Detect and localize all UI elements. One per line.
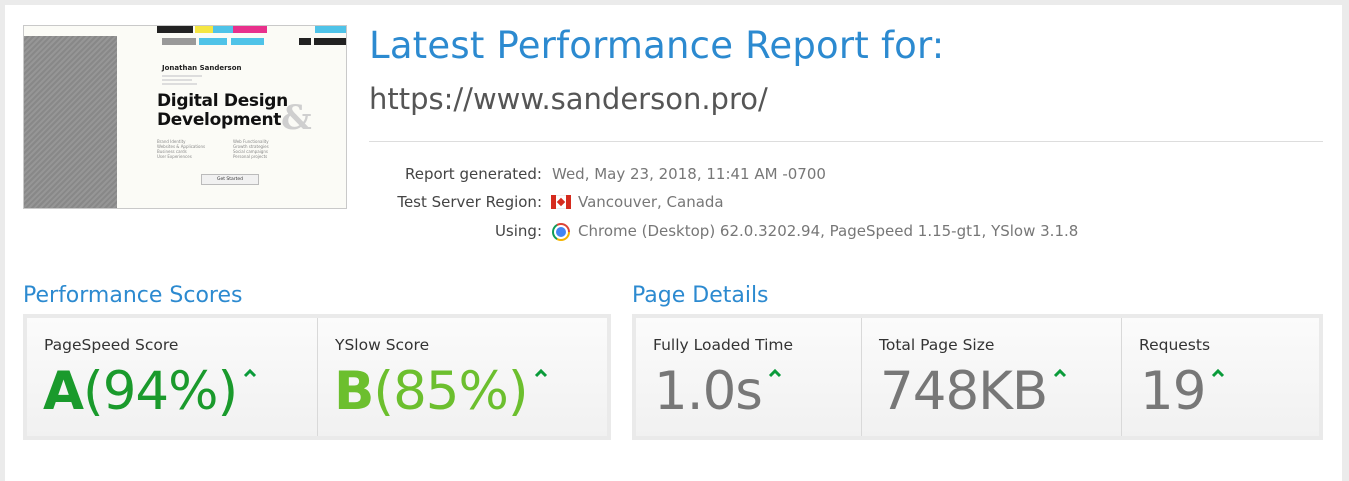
thumbnail-subtext — [162, 73, 222, 87]
trend-up-icon — [1211, 368, 1225, 378]
yslow-score-value: B(85%) — [334, 360, 548, 424]
performance-scores-box: PageSpeed Score A(94%) YSlow Score B(85%… — [23, 314, 611, 440]
using-value: Chrome (Desktop) 62.0.3202.94, PageSpeed… — [578, 222, 1079, 240]
fully-loaded-time-number: 1.0s — [654, 361, 763, 422]
pagespeed-grade: A — [43, 361, 84, 422]
using-label: Using: — [494, 222, 542, 240]
thumbnail-list-left: Brand Identity Websites & Applications B… — [157, 139, 206, 159]
thumbnail-list-right: Web Functionality Growth strategies Soci… — [233, 139, 269, 159]
canada-flag-icon — [551, 195, 571, 209]
fully-loaded-time-label: Fully Loaded Time — [653, 336, 794, 354]
color-bar — [157, 26, 193, 33]
report-url[interactable]: https://www.sanderson.pro/ — [369, 82, 768, 116]
thumbnail-headline-line2: Development — [157, 110, 282, 130]
fully-loaded-time-value: 1.0s — [654, 360, 782, 424]
fully-loaded-time-cell[interactable]: Fully Loaded Time 1.0s — [636, 318, 861, 436]
thumbnail-photo — [24, 36, 117, 208]
performance-scores-title: Performance Scores — [23, 283, 243, 308]
trend-up-icon — [768, 368, 782, 378]
thumbnail-name: Jonathan Sanderson — [162, 64, 242, 72]
divider — [369, 141, 1323, 142]
trend-up-icon — [243, 368, 257, 378]
yslow-percent: (85%) — [373, 361, 528, 422]
total-page-size-number: 748KB — [880, 361, 1048, 422]
requests-value: 19 — [1140, 360, 1225, 424]
test-server-region-label: Test Server Region: — [397, 193, 542, 211]
yslow-score-label: YSlow Score — [335, 336, 430, 354]
test-server-region-value: Vancouver, Canada — [578, 193, 724, 211]
color-bar — [299, 38, 311, 45]
color-bar — [314, 38, 346, 45]
total-page-size-cell[interactable]: Total Page Size 748KB — [862, 318, 1121, 436]
report-generated-value: Wed, May 23, 2018, 11:41 AM -0700 — [552, 165, 826, 183]
pagespeed-score-cell[interactable]: PageSpeed Score A(94%) — [27, 318, 317, 436]
total-page-size-label: Total Page Size — [879, 336, 995, 354]
color-bar — [199, 38, 227, 45]
thumbnail-ampersand: & — [281, 98, 312, 138]
requests-cell[interactable]: Requests 19 — [1122, 318, 1319, 436]
color-bar — [233, 26, 267, 33]
page-details-box: Fully Loaded Time 1.0s Total Page Size 7… — [632, 314, 1323, 440]
requests-label: Requests — [1139, 336, 1211, 354]
pagespeed-percent: (94%) — [83, 361, 238, 422]
yslow-score-cell[interactable]: YSlow Score B(85%) — [318, 318, 607, 436]
yslow-grade: B — [334, 361, 374, 422]
trend-up-icon — [1053, 368, 1067, 378]
thumbnail-headline: Digital Design Development — [157, 92, 288, 130]
site-screenshot-thumbnail[interactable]: Jonathan Sanderson Digital Design Develo… — [23, 25, 347, 209]
report-generated-label: Report generated: — [404, 165, 542, 183]
thumbnail-headline-line1: Digital Design — [157, 91, 288, 111]
color-bar — [195, 26, 213, 33]
color-bar — [213, 26, 233, 33]
pagespeed-score-label: PageSpeed Score — [44, 336, 179, 354]
page-details-title: Page Details — [632, 283, 769, 308]
thumbnail-get-started-button: Get Started — [201, 174, 259, 185]
total-page-size-value: 748KB — [880, 360, 1067, 424]
requests-number: 19 — [1140, 361, 1206, 422]
color-bar — [162, 38, 196, 45]
trend-up-icon — [534, 368, 548, 378]
report-title: Latest Performance Report for: — [369, 24, 945, 67]
color-bar — [315, 26, 346, 33]
chrome-icon — [552, 223, 570, 241]
pagespeed-score-value: A(94%) — [43, 360, 257, 424]
color-bar — [231, 38, 264, 45]
